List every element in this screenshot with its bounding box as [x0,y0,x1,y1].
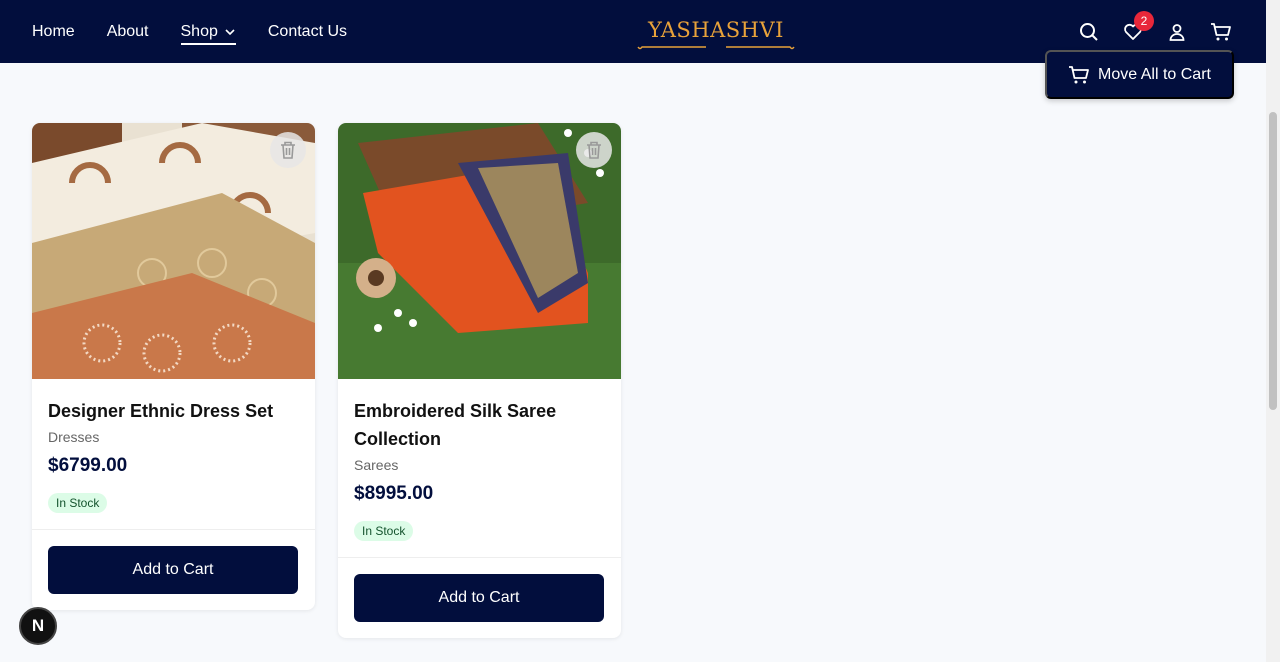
stock-badge: In Stock [354,521,414,541]
add-to-cart-button[interactable]: Add to Cart [48,546,298,594]
product-price: $6799.00 [48,455,128,476]
page-scrollbar[interactable] [1266,0,1280,662]
wishlist-count-badge: 2 [1134,10,1154,31]
product-info: Embroidered Silk Saree Collection Sarees… [338,379,621,541]
product-title[interactable]: Designer Ethnic Dress Set [48,397,299,425]
nav-shop-label: Shop [180,22,218,40]
nav-contact[interactable]: Contact Us [268,23,347,41]
product-card: Embroidered Silk Saree Collection Sarees… [338,123,621,638]
chevron-down-icon [225,28,235,35]
nav-about[interactable]: About [107,23,149,41]
product-image[interactable] [338,123,621,379]
trash-icon [587,141,601,159]
product-actions: Add to Cart [32,529,315,610]
search-icon [1080,22,1098,41]
account-button[interactable] [1166,21,1188,43]
remove-from-wishlist-button[interactable] [270,132,306,168]
product-category: Dresses [48,429,100,445]
product-title[interactable]: Embroidered Silk Saree Collection [354,397,605,453]
product-actions: Add to Cart [338,557,621,638]
user-icon [1169,23,1185,41]
move-all-to-cart-button[interactable]: Move All to Cart [1045,50,1234,99]
product-info: Designer Ethnic Dress Set Dresses $6799.… [32,379,315,513]
logo-ornament [637,46,795,50]
fabric-stack-image [32,123,315,379]
cart-icon [1211,22,1231,40]
product-image[interactable] [32,123,315,379]
remove-from-wishlist-button[interactable] [576,132,612,168]
move-all-label: Move All to Cart [1098,65,1211,83]
add-to-cart-button[interactable]: Add to Cart [354,574,604,622]
cart-button[interactable] [1210,21,1232,43]
nav-home[interactable]: Home [32,23,75,41]
cart-icon [1069,65,1089,83]
product-category: Sarees [354,457,399,473]
trash-icon [281,141,295,159]
main-nav: Home About Shop Contact Us [32,0,379,63]
dev-tools-badge[interactable]: N [19,607,57,645]
scrollbar-thumb[interactable] [1269,112,1277,410]
silk-saree-image [338,123,621,379]
brand-name: YASHASHVI [648,18,784,42]
product-card: Designer Ethnic Dress Set Dresses $6799.… [32,123,315,610]
search-button[interactable] [1078,21,1100,43]
stock-badge: In Stock [48,493,108,513]
product-price: $8995.00 [354,483,434,504]
nav-shop[interactable]: Shop [180,22,236,45]
wishlist-button[interactable]: 2 [1122,10,1154,43]
brand-logo[interactable]: YASHASHVI [636,12,796,52]
